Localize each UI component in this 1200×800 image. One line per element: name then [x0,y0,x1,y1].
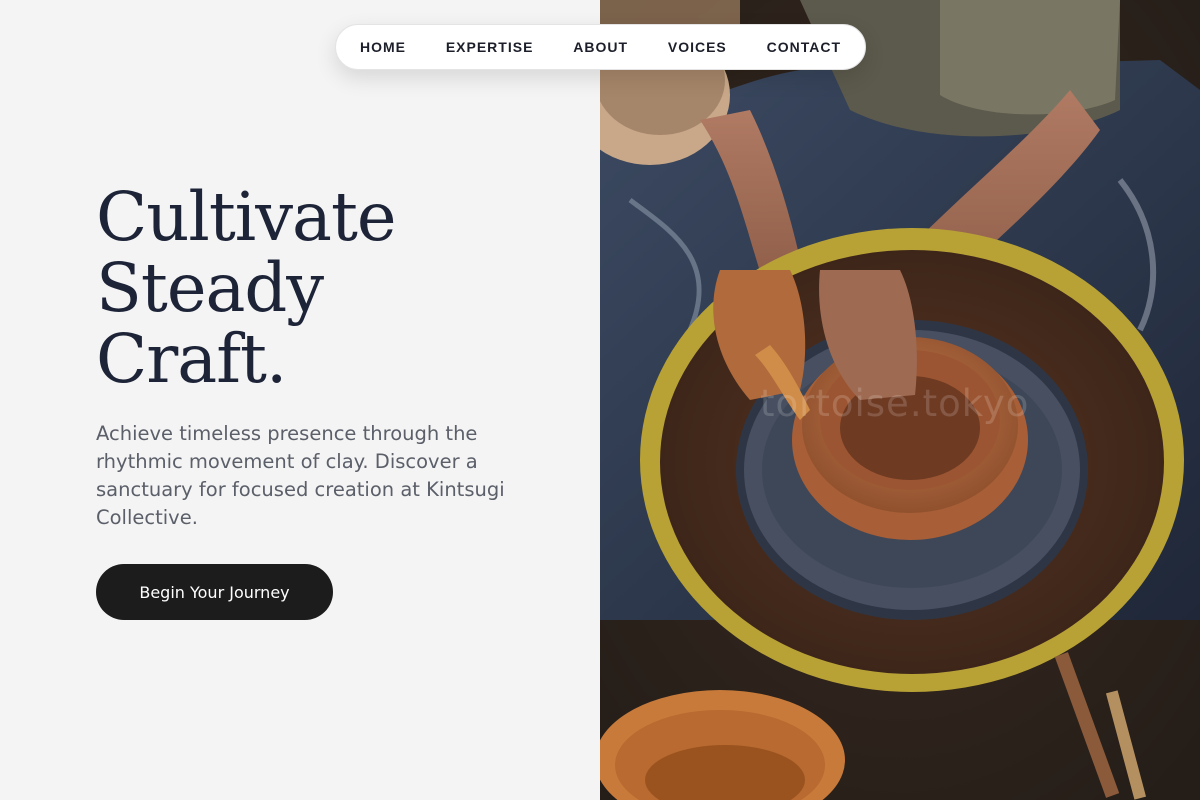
nav-about[interactable]: ABOUT [573,39,628,55]
hero-title: Cultivate Steady Craft. [96,182,556,395]
hero-subtitle: Achieve timeless presence through the rh… [96,422,505,529]
hero-title-line: Steady [96,249,324,327]
nav-voices[interactable]: VOICES [668,39,727,55]
nav-expertise[interactable]: EXPERTISE [446,39,534,55]
hero-image-panel: tortoise.tokyo [600,0,1200,800]
begin-journey-button[interactable]: Begin Your Journey [96,564,333,620]
hero-text-panel: Cultivate Steady Craft. Achieve timeless… [0,0,600,800]
hero-title-line: Craft. [96,320,287,398]
nav-home[interactable]: HOME [360,39,406,55]
nav-contact[interactable]: CONTACT [767,39,841,55]
photo-watermark: tortoise.tokyo [760,382,1030,425]
main-navigation: HOME EXPERTISE ABOUT VOICES CONTACT [335,24,866,70]
hero-title-line: Cultivate [96,178,397,256]
